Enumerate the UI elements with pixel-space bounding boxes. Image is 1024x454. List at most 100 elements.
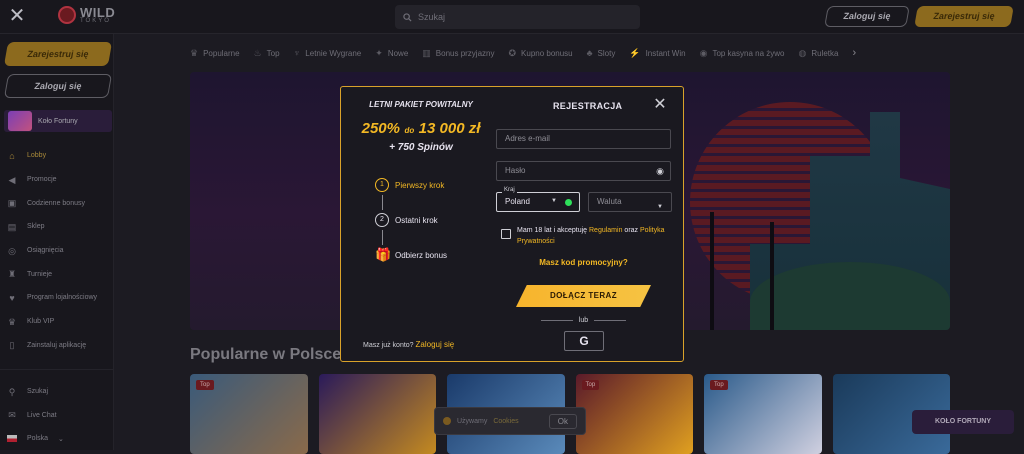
sidebar-login-button[interactable]: Zaloguj się [3, 74, 113, 98]
cookie-text: Używamy [457, 417, 488, 425]
search-placeholder: Szukaj [418, 12, 446, 22]
sidebar: Zarejestruj się Zaloguj się Koło Fortuny… [0, 34, 114, 450]
sidebar-item-daily-bonus[interactable]: ▣ Codzienne bonusy [0, 191, 114, 215]
category-label: Letnie Wygrane [305, 48, 362, 58]
game-card[interactable]: Top [190, 374, 308, 454]
category-bonus-buy[interactable]: ✪ Kupno bonusu [508, 48, 572, 59]
logo-mark-icon [58, 6, 76, 24]
step-connector [382, 195, 383, 210]
google-login-button[interactable]: G [564, 331, 604, 351]
crown-icon: ♛ [7, 316, 17, 327]
step-item: 🎁 Odbierz bonus [375, 245, 447, 265]
join-button[interactable]: DOŁĄCZ TERAZ [516, 285, 651, 307]
or-text: lub [578, 316, 589, 324]
promo-code-link[interactable]: Masz kod promocyjny? [496, 258, 671, 267]
divider-line [541, 319, 573, 321]
sidebar-item-live-chat[interactable]: ✉ Live Chat [0, 403, 114, 427]
terms-link[interactable]: Regulamin [589, 227, 622, 234]
category-top-live[interactable]: ◉ Top kasyna na żywo [700, 48, 785, 59]
sidebar-register-button[interactable]: Zarejestruj się [3, 42, 113, 66]
sidebar-item-label: Promocje [27, 176, 57, 184]
heart-icon: ♥ [9, 292, 15, 303]
category-slots[interactable]: ♣ Sloty [587, 48, 616, 58]
game-card[interactable]: Top [704, 374, 822, 454]
step-item: 1 Pierwszy krok [375, 175, 447, 195]
consent-checkbox[interactable] [501, 229, 511, 239]
sidebar-item-tournaments[interactable]: ♜ Turnieje [0, 262, 114, 286]
game-tag: Top [710, 380, 728, 390]
cookie-ok-button[interactable]: Ok [548, 413, 577, 429]
search-input[interactable]: Szukaj [395, 5, 640, 29]
registration-modal: LETNI PAKIET POWITALNY 250% do 13 000 zł… [340, 86, 684, 362]
sidebar-wheel-of-fortune[interactable]: Koło Fortuny [4, 110, 112, 132]
sidebar-item-lobby[interactable]: ⌂ Lobby [0, 144, 114, 168]
category-popular[interactable]: ♛ Popularne [190, 48, 240, 59]
login-link[interactable]: Zaloguj się [416, 340, 455, 349]
category-label: Nowe [387, 48, 409, 58]
chevron-right-icon: › [852, 47, 857, 59]
category-top[interactable]: ♨ Top [254, 48, 280, 59]
or-divider: lub [541, 315, 626, 325]
category-instant-win[interactable]: ⚡ Instant Win [629, 48, 685, 59]
step-connector [382, 230, 383, 245]
sidebar-item-label: Program lojalnościowy [27, 294, 98, 302]
gift-icon: ▣ [7, 198, 17, 209]
step-item: 2 Ostatni krok [375, 210, 447, 230]
login-button[interactable]: Zaloguj się [824, 6, 910, 27]
game-card[interactable] [318, 374, 436, 454]
sidebar-item-label: Szukaj [27, 388, 49, 396]
game-tag: Top [196, 380, 214, 390]
sidebar-item-achievements[interactable]: ◎ Osiągnięcia [0, 239, 114, 263]
consent-text: Mam 18 lat i akceptuję Regulamin oraz Po… [517, 225, 667, 247]
close-icon[interactable]: ✕ [653, 97, 667, 113]
country-value: Poland [505, 197, 530, 206]
star-icon: ✦ [375, 47, 383, 58]
sidebar-item-loyalty[interactable]: ♥ Program lojalnościowy [0, 286, 114, 310]
sidebar-item-label: Sklep [27, 223, 45, 231]
sidebar-item-promocje[interactable]: ◀ Promocje [0, 168, 114, 192]
category-label: Sloty [597, 48, 616, 58]
medal-icon: ◎ [8, 245, 16, 256]
search-icon [403, 12, 412, 22]
category-bonus-friendly[interactable]: ▥ Bonus przyjazny [422, 48, 494, 59]
game-tag: Top [581, 380, 600, 390]
category-roulette[interactable]: ◍ Ruletka [798, 48, 838, 59]
password-field[interactable]: Hasło ◉ [496, 161, 671, 181]
category-new[interactable]: ✦ Nowe [375, 48, 408, 59]
divider-line [594, 319, 626, 321]
game-card[interactable]: Top [575, 374, 693, 454]
google-icon: G [579, 334, 589, 348]
roulette-icon: ◍ [798, 47, 807, 58]
flame-icon: ♨ [253, 47, 262, 58]
megaphone-icon: ◀ [8, 174, 16, 185]
crown-icon: ♛ [190, 47, 199, 58]
wheel-of-fortune-button[interactable]: KOŁO FORTUNY [912, 410, 1014, 434]
trophy-icon: ♜ [7, 269, 17, 280]
cookie-link[interactable]: Cookies [493, 418, 518, 425]
top-bar: ✕ WILD TOKYO Szukaj Zaloguj się Zarejest… [0, 0, 1024, 34]
email-field[interactable]: Adres e-mail [496, 129, 671, 149]
sidebar-item-language[interactable]: Polska ⌄ [0, 427, 114, 451]
currency-select[interactable]: Waluta ▼ [588, 192, 672, 212]
cookie-icon [443, 417, 451, 425]
eye-icon[interactable]: ◉ [656, 162, 664, 180]
category-bar: ♛ Popularne ♨ Top ♆ Letnie Wygrane ✦ Nowe ▥ B… [190, 42, 950, 64]
email-placeholder: Adres e-mail [505, 134, 550, 143]
register-button[interactable]: Zarejestruj się [914, 6, 1014, 27]
close-icon[interactable]: ✕ [8, 6, 26, 26]
sidebar-item-shop[interactable]: ▤ Sklep [0, 215, 114, 239]
category-label: Ruletka [811, 48, 839, 58]
sidebar-item-search[interactable]: ⚲ Szukaj [0, 369, 114, 403]
wheel-of-fortune-image [8, 111, 32, 131]
country-select[interactable]: Kraj Poland ▼ [496, 187, 580, 212]
step-label: Ostatni krok [395, 215, 438, 225]
sidebar-item-vip[interactable]: ♛ Klub VIP [0, 310, 114, 334]
caret-down-icon: ▼ [657, 204, 663, 210]
promo-amount: 13 000 zł [418, 120, 481, 137]
logo[interactable]: WILD TOKYO [58, 6, 115, 24]
sidebar-item-install-app[interactable]: ▯ Zainstaluj aplikację [0, 334, 114, 358]
category-next-arrow[interactable]: › [852, 47, 856, 59]
category-summer-wins[interactable]: ♆ Letnie Wygrane [294, 48, 362, 58]
sidebar-item-label: Codzienne bonusy [27, 199, 85, 207]
modal-title: REJESTRACJA [553, 101, 623, 111]
